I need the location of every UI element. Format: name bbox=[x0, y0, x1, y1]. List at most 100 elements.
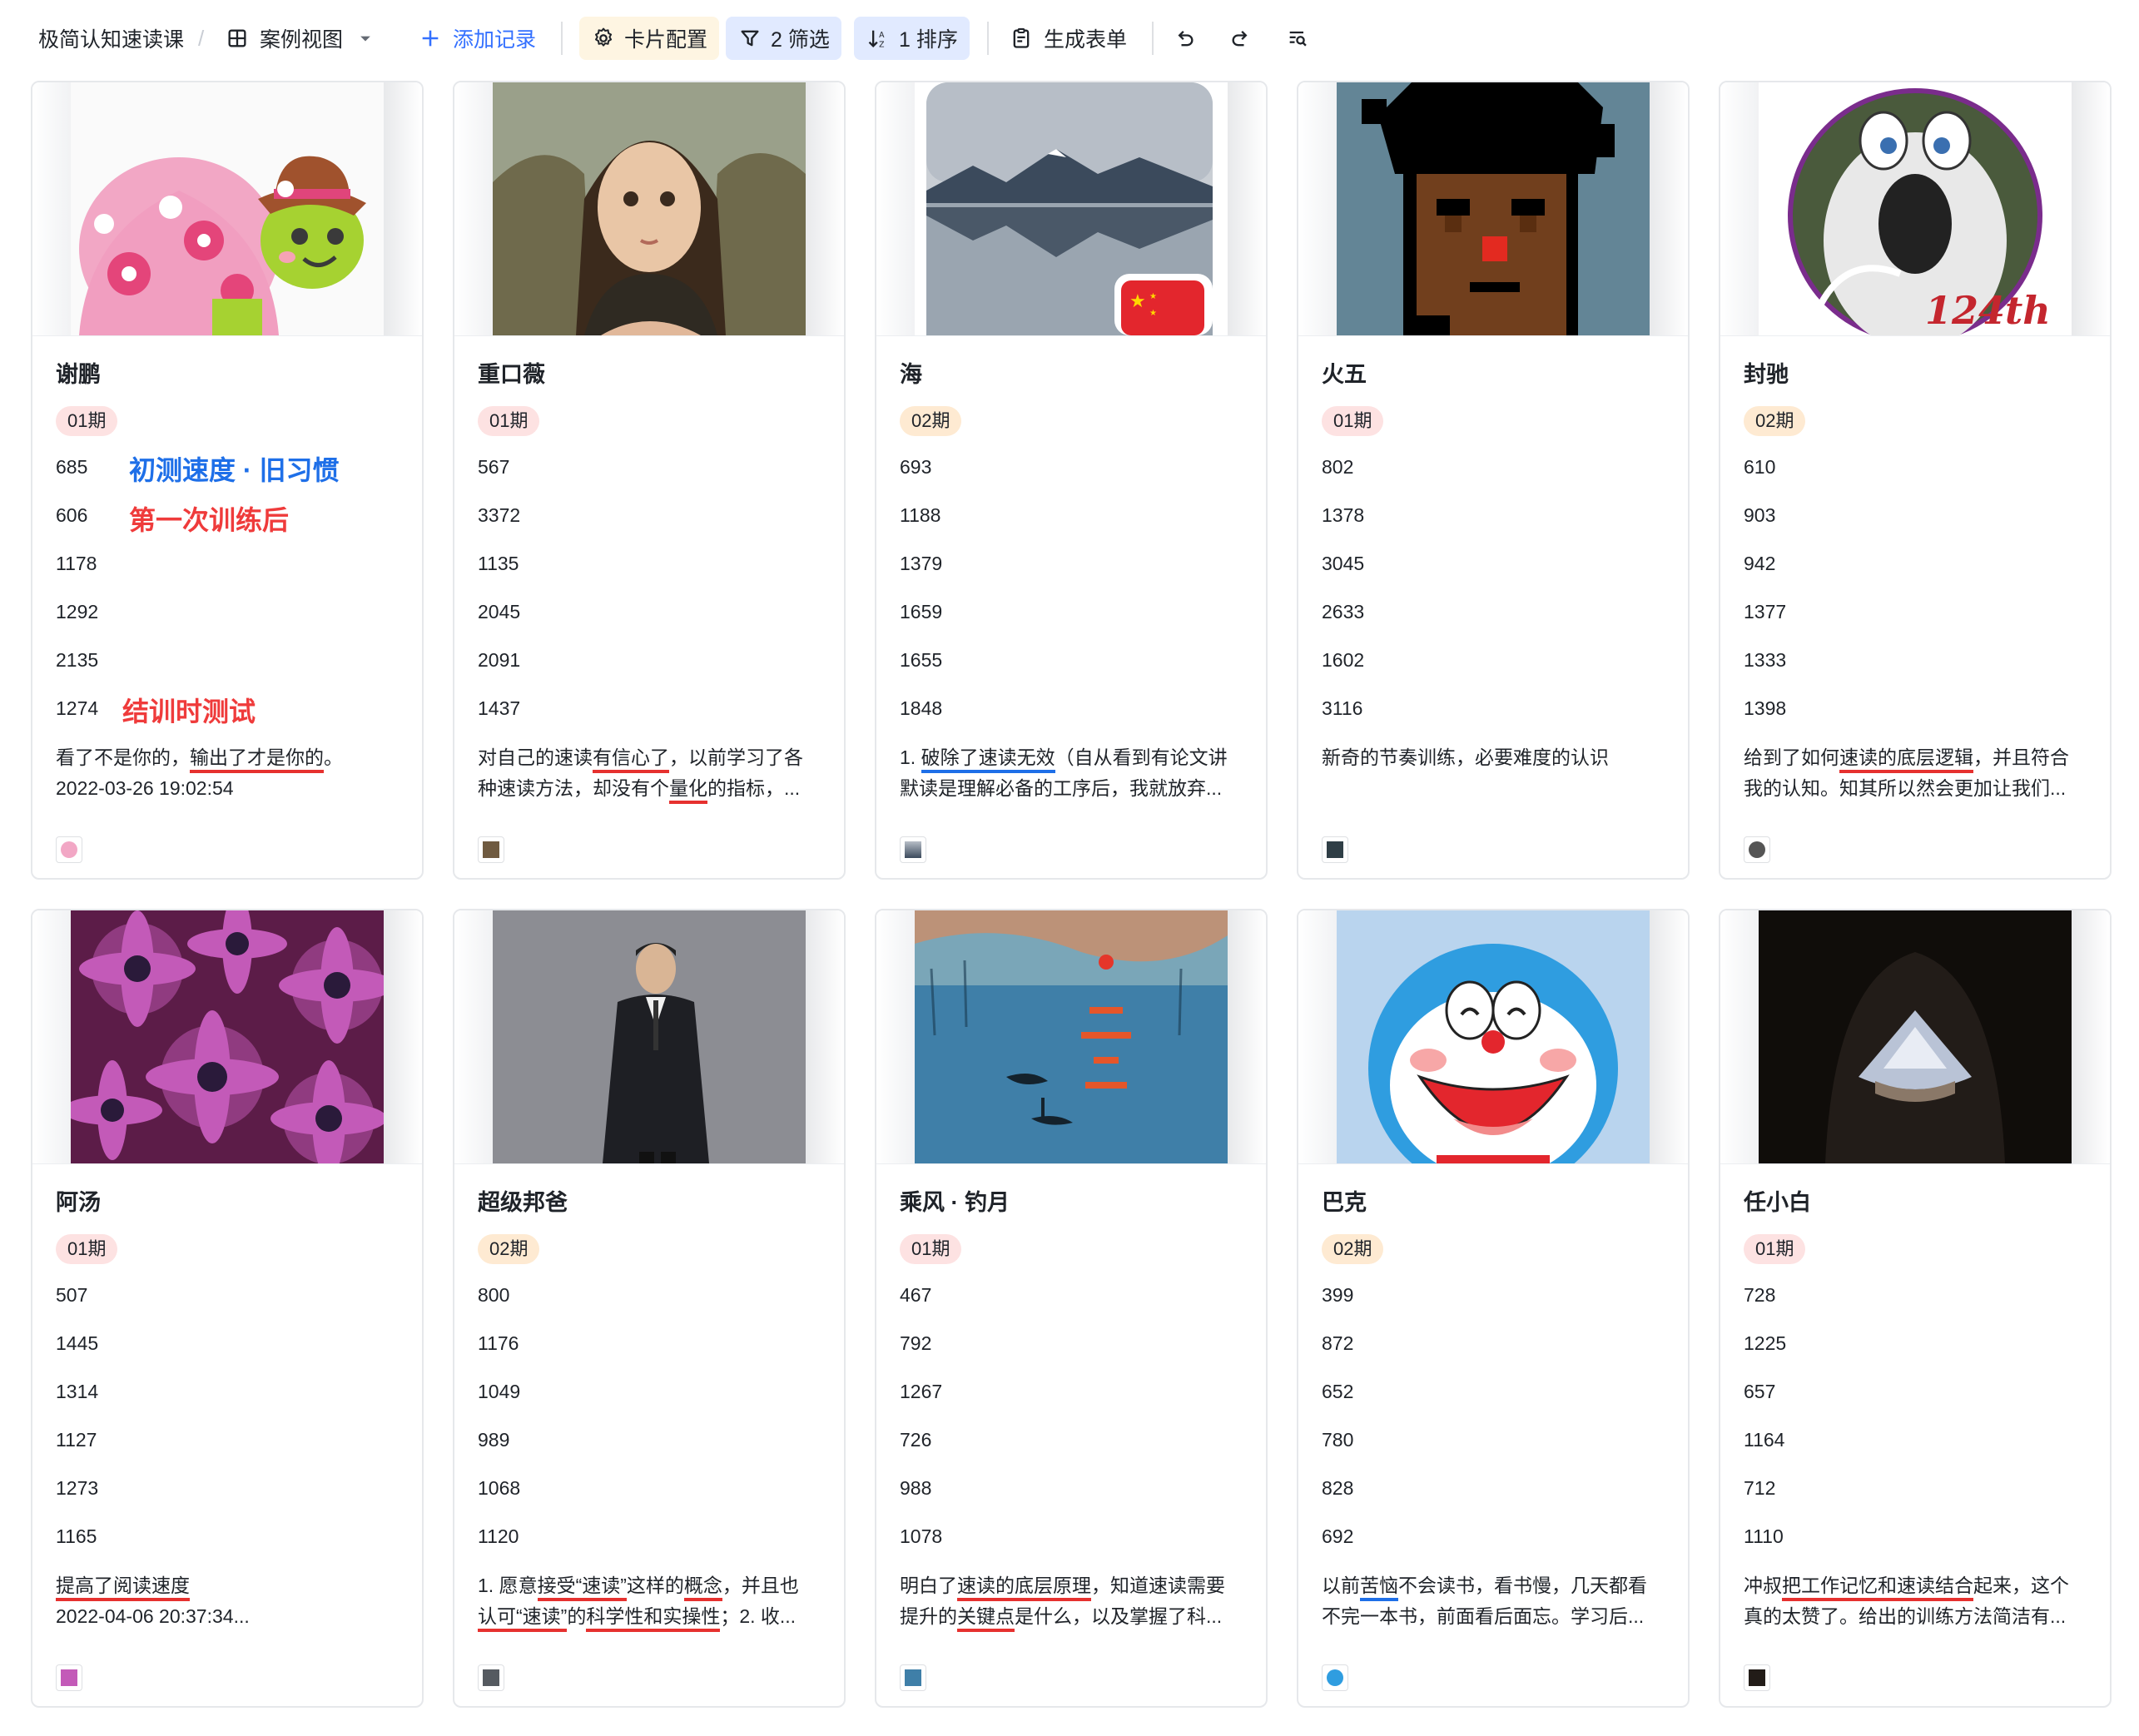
toolbar-divider bbox=[1152, 22, 1154, 55]
speed-value: 802 bbox=[1322, 456, 1354, 478]
desc-highlight: 有信心了 bbox=[593, 746, 669, 773]
filter-button[interactable]: 2 筛选 bbox=[726, 17, 841, 60]
record-card[interactable]: 谢鹏 01期 685 606 1178 1292 2135 1274 初测速度 … bbox=[31, 81, 424, 880]
desc-text: ，以前学习了各 bbox=[669, 746, 803, 768]
record-card[interactable]: 超级邦爸 02期 800 1176 1049 989 1068 1120 1. … bbox=[453, 909, 846, 1708]
view-switcher[interactable]: 案例视图 bbox=[225, 17, 378, 60]
undo-button[interactable] bbox=[1172, 17, 1197, 60]
badge-text: 124th bbox=[1925, 288, 2051, 333]
caret-down-icon bbox=[353, 26, 378, 51]
portrait-painting-icon bbox=[493, 82, 806, 335]
speed-value: 989 bbox=[478, 1429, 510, 1451]
desc-text: 明白了 bbox=[900, 1575, 957, 1596]
svg-text:Z: Z bbox=[879, 41, 884, 50]
speed-value: 792 bbox=[900, 1332, 932, 1354]
speed-value: 780 bbox=[1322, 1429, 1354, 1451]
mountain-lake-photo-icon: ★ ★ ★ bbox=[915, 82, 1228, 335]
desc-text: 对自己的速读 bbox=[478, 746, 593, 768]
desc-highlight: 提高了阅读速度 bbox=[56, 1575, 190, 1601]
turtle-cartoon-icon bbox=[71, 82, 384, 335]
sort-button[interactable]: AZ 1 排序 bbox=[854, 17, 970, 60]
avatar bbox=[1322, 1664, 1348, 1691]
speed-value: 1314 bbox=[56, 1381, 99, 1402]
record-name: 超级邦爸 bbox=[478, 1190, 568, 1215]
desc-highlight: 接受“速读” bbox=[537, 1575, 627, 1601]
desc-text: 种速读方法，却没有个 bbox=[478, 777, 669, 799]
record-card[interactable]: 巴克 02期 399 872 652 780 828 692 以前苦恼不会读书，… bbox=[1297, 909, 1690, 1708]
avatar bbox=[478, 836, 504, 863]
record-card[interactable]: ★ ★ ★ 海 02期 693 1188 1379 1659 1655 1848… bbox=[875, 81, 1268, 880]
speed-value: 828 bbox=[1322, 1477, 1354, 1499]
speed-value: 1274 bbox=[56, 697, 99, 719]
filter-label: 2 筛选 bbox=[771, 28, 830, 52]
speed-value: 872 bbox=[1322, 1332, 1354, 1354]
speed-value: 1068 bbox=[478, 1477, 521, 1499]
record-name: 巴克 bbox=[1322, 1190, 1367, 1215]
card-cover-image bbox=[32, 910, 422, 1163]
svg-text:★: ★ bbox=[1129, 291, 1146, 312]
redo-button[interactable] bbox=[1228, 17, 1253, 60]
desc-text: 我的认知。知其所以然会更加让我们... bbox=[1744, 777, 2067, 799]
speed-value: 1164 bbox=[1744, 1429, 1785, 1451]
speed-value: 1273 bbox=[56, 1477, 99, 1499]
speed-value: 2045 bbox=[478, 601, 521, 622]
speed-value: 685 bbox=[56, 456, 88, 478]
desc-text: 新奇的节奏训练，必要难度的认识 bbox=[1322, 746, 1609, 768]
card-config-button[interactable]: 卡片配置 bbox=[579, 17, 720, 60]
annotation-final-test: 结训时测试 bbox=[122, 697, 256, 727]
period-tag: 01期 bbox=[56, 1234, 118, 1264]
speed-value: 800 bbox=[478, 1284, 510, 1306]
desc-text: 以前 bbox=[1322, 1575, 1360, 1596]
sort-icon: AZ bbox=[866, 26, 891, 51]
speed-value: 2135 bbox=[56, 649, 99, 671]
period-tag: 01期 bbox=[56, 406, 118, 436]
breadcrumb-separator: / bbox=[198, 25, 205, 51]
desc-text: 这样的 bbox=[626, 1575, 684, 1596]
find-button[interactable] bbox=[1285, 17, 1310, 60]
annotation-initial-speed: 初测速度 · 旧习惯 bbox=[129, 455, 340, 485]
desc-text: 真的太赞了。给出的训练方法简洁有... bbox=[1744, 1605, 2067, 1627]
record-description: 明白了速读的底层原理，知道速读需要 提升的关键点是什么，以及掌握了科... bbox=[900, 1570, 1249, 1632]
speed-value: 567 bbox=[478, 456, 510, 478]
speed-value: 692 bbox=[1322, 1525, 1354, 1547]
record-card[interactable]: 火五 01期 802 1378 3045 2633 1602 3116 新奇的节… bbox=[1297, 81, 1690, 880]
record-card[interactable]: 124th 封驰 02期 610 903 942 1377 1333 1398 … bbox=[1719, 81, 2112, 880]
desc-text: 的指标，... bbox=[707, 777, 801, 799]
speed-value: 1655 bbox=[900, 649, 943, 671]
doraemon-cartoon-icon bbox=[1337, 910, 1650, 1163]
record-card[interactable]: 阿汤 01期 507 1445 1314 1127 1273 1165 提高了阅… bbox=[31, 909, 424, 1708]
record-card[interactable]: 重口薇 01期 567 3372 1135 2045 2091 1437 对自己… bbox=[453, 81, 846, 880]
avatar bbox=[900, 836, 926, 863]
card-cover-image bbox=[454, 82, 844, 335]
speed-value: 1078 bbox=[900, 1525, 943, 1547]
record-name: 任小白 bbox=[1744, 1190, 1811, 1215]
purple-flowers-photo-icon bbox=[71, 910, 384, 1163]
desc-text: 冲叔 bbox=[1744, 1575, 1782, 1596]
period-tag: 01期 bbox=[1322, 406, 1384, 436]
add-record-button[interactable]: 添加记录 bbox=[418, 17, 536, 60]
desc-text: ，并且符合 bbox=[1973, 746, 2069, 768]
record-card[interactable]: 乘风 · 钓月 01期 467 792 1267 726 988 1078 明白… bbox=[875, 909, 1268, 1708]
desc-highlight: 概念 bbox=[683, 1575, 722, 1601]
gallery-view-icon bbox=[225, 26, 250, 51]
speed-value: 467 bbox=[900, 1284, 932, 1306]
speed-value: 1120 bbox=[478, 1525, 519, 1547]
pixel-punk-avatar-icon bbox=[1337, 82, 1650, 335]
record-description: 以前苦恼不会读书，看书慢，几天都看 不完一本书，前面看后面忘。学习后... bbox=[1322, 1570, 1671, 1632]
add-record-label: 添加记录 bbox=[453, 28, 537, 52]
speed-value: 1398 bbox=[1744, 697, 1787, 719]
base-title[interactable]: 极简认知速读课 bbox=[38, 17, 184, 60]
desc-text: 2022-03-26 19:02:54 bbox=[56, 777, 234, 799]
generate-form-button[interactable]: 生成表单 bbox=[1009, 17, 1127, 60]
avatar bbox=[900, 1664, 926, 1691]
speed-value: 606 bbox=[56, 504, 88, 526]
annotation-first-training: 第一次训练后 bbox=[129, 505, 290, 535]
speed-value: 1292 bbox=[56, 601, 99, 622]
card-cover-image bbox=[1298, 82, 1688, 335]
record-card[interactable]: 任小白 01期 728 1225 657 1164 712 1110 冲叔把工作… bbox=[1719, 909, 2112, 1708]
card-cover-image bbox=[32, 82, 422, 335]
view-label: 案例视图 bbox=[260, 28, 344, 52]
desc-text: 看了不是你的， bbox=[56, 746, 190, 768]
record-description: 新奇的节奏训练，必要难度的认识 bbox=[1322, 742, 1671, 773]
desc-text: ，知道速读需要 bbox=[1091, 1575, 1225, 1596]
